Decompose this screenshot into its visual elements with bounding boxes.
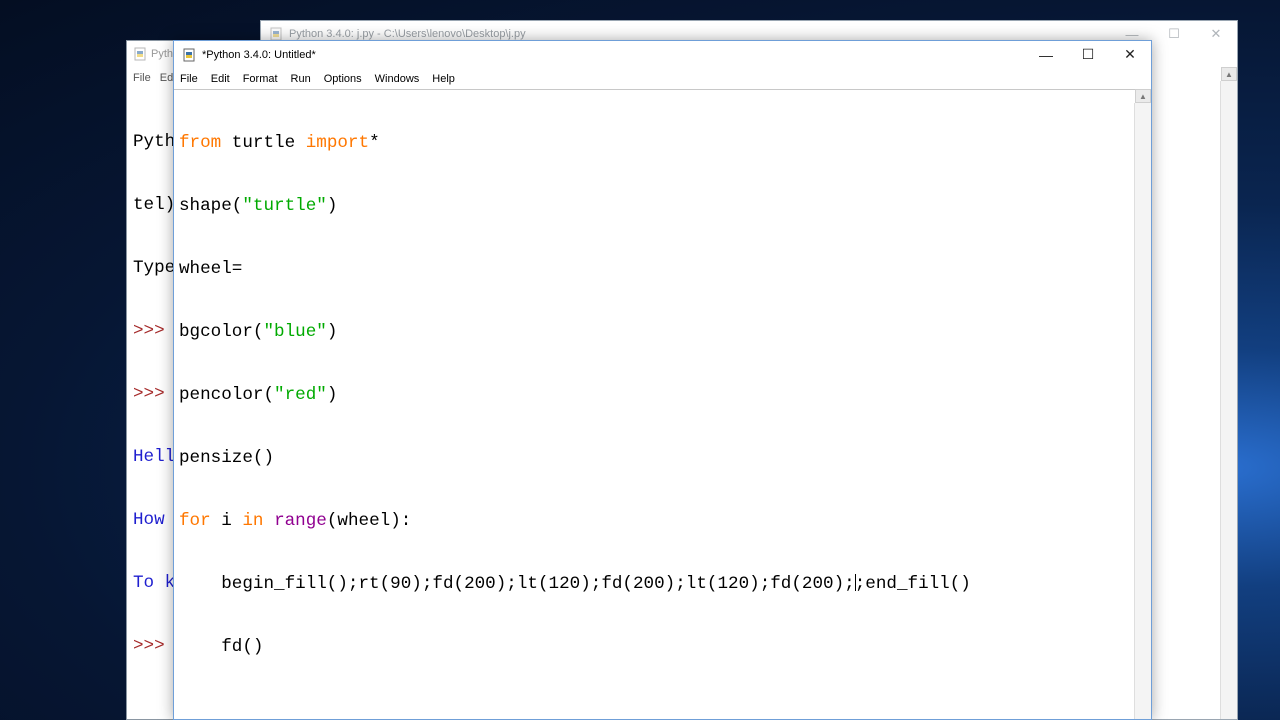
- code-line: pencolor("red"): [179, 385, 971, 406]
- string-literal: "red": [274, 385, 327, 405]
- code-line: bgcolor("blue"): [179, 322, 971, 343]
- editor-titlebar[interactable]: *Python 3.4.0: Untitled*: [174, 41, 1151, 68]
- code-token: (wheel):: [326, 511, 412, 531]
- shell-window-title: Pyth: [151, 48, 174, 60]
- menu-options[interactable]: Options: [324, 73, 362, 85]
- python-file-icon: [183, 48, 195, 61]
- code-token: ;end_fill(): [854, 574, 971, 594]
- shell-line: Pyth: [133, 132, 176, 152]
- code-token: shape(: [179, 196, 243, 216]
- code-text[interactable]: from turtle import* shape("turtle") whee…: [179, 91, 971, 700]
- shell-prompt: >>>: [133, 321, 176, 341]
- shell-menu-file[interactable]: File: [133, 72, 151, 84]
- menu-help[interactable]: Help: [432, 73, 455, 85]
- code-line: pensize(): [179, 448, 275, 468]
- shell-line: Hell: [133, 447, 176, 467]
- keyword: in: [242, 511, 264, 531]
- code-token: turtle: [221, 133, 306, 153]
- python-file-icon: [134, 47, 146, 61]
- code-token: pencolor(: [179, 385, 275, 405]
- code-token: i: [210, 511, 243, 531]
- background-window-title: Python 3.4.0: j.py - C:\Users\lenovo\Des…: [289, 28, 526, 40]
- code-line: shape("turtle"): [179, 196, 971, 217]
- string-literal: "blue": [263, 322, 327, 342]
- keyword: from: [179, 133, 222, 153]
- shell-prompt: >>>: [133, 384, 176, 404]
- background-close-button[interactable]: ✕: [1195, 21, 1237, 47]
- builtin-name: range: [274, 511, 327, 531]
- shell-line: To k: [133, 573, 176, 593]
- code-token: ): [326, 322, 338, 342]
- background-maximize-button[interactable]: ☐: [1153, 21, 1195, 47]
- code-token: ): [326, 196, 338, 216]
- maximize-button[interactable]: ☐: [1067, 41, 1109, 68]
- code-line: for i in range(wheel):: [179, 511, 971, 532]
- vertical-scrollbar[interactable]: [1134, 103, 1151, 719]
- editor-window[interactable]: *Python 3.4.0: Untitled* — ☐ ✕ File Edit…: [173, 40, 1152, 720]
- keyword: import: [305, 133, 370, 153]
- close-button[interactable]: ✕: [1109, 41, 1151, 68]
- code-token: ): [326, 385, 338, 405]
- menu-edit[interactable]: Edit: [211, 73, 230, 85]
- code-editor[interactable]: from turtle import* shape("turtle") whee…: [174, 89, 1135, 719]
- code-line: wheel=: [179, 259, 243, 279]
- menu-run[interactable]: Run: [291, 73, 311, 85]
- code-line: from turtle import*: [179, 133, 971, 154]
- minimize-button[interactable]: —: [1025, 41, 1067, 68]
- editor-menubar: File Edit Format Run Options Windows Hel…: [174, 68, 1151, 89]
- shell-line: Type: [133, 258, 176, 278]
- menu-windows[interactable]: Windows: [375, 73, 420, 85]
- background-scrollbar[interactable]: [1220, 81, 1237, 719]
- shell-line: tel): [133, 195, 176, 215]
- shell-menu-edit[interactable]: Ed: [160, 72, 173, 84]
- code-line: fd(): [179, 637, 264, 657]
- python-file-icon: [270, 27, 282, 41]
- string-literal: "turtle": [242, 196, 327, 216]
- menu-format[interactable]: Format: [243, 73, 278, 85]
- shell-prompt: >>>: [133, 636, 176, 656]
- keyword: for: [179, 511, 211, 531]
- code-token: bgcolor(: [179, 322, 264, 342]
- background-scroll-up-arrow[interactable]: ▲: [1221, 67, 1237, 81]
- code-line: begin_fill();rt(90);fd(200);lt(120);fd(2…: [179, 574, 971, 595]
- menu-file[interactable]: File: [180, 73, 198, 85]
- shell-line: How: [133, 510, 176, 530]
- shell-output[interactable]: Pyth tel) Type >>> >>> Hell How To k >>>: [133, 90, 175, 699]
- code-token: begin_fill();rt(90);fd(200);lt(120);fd(2…: [179, 574, 855, 594]
- editor-window-title: *Python 3.4.0: Untitled*: [202, 48, 316, 61]
- scroll-up-arrow[interactable]: ▲: [1135, 89, 1151, 103]
- code-token: *: [369, 133, 380, 153]
